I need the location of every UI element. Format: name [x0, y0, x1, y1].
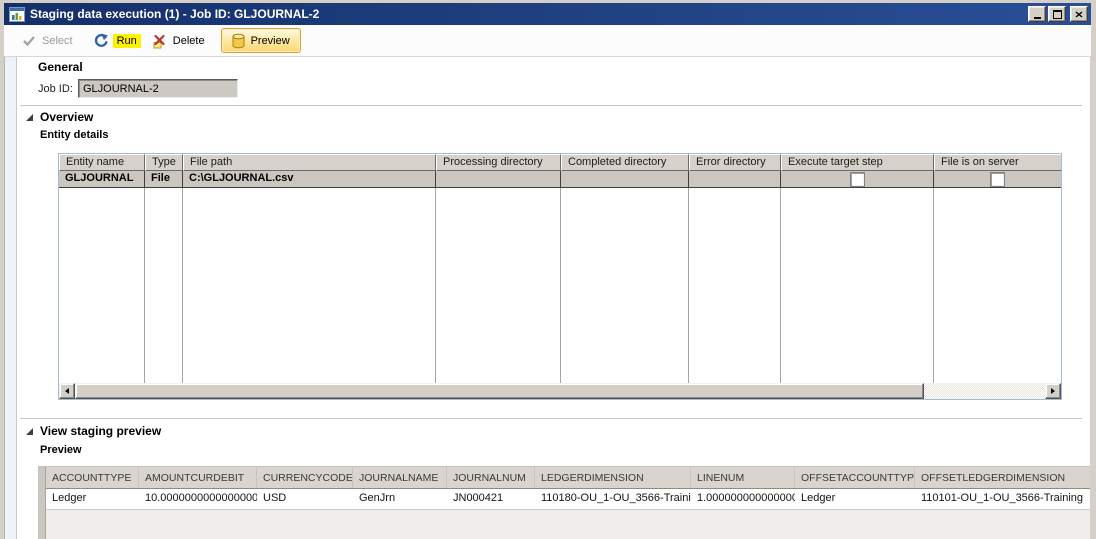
- column-header-journalname[interactable]: JOURNALNAME: [353, 467, 447, 488]
- preview-heading: Preview: [40, 444, 82, 456]
- cell-journalnum: JN000421: [447, 489, 535, 509]
- entity-details-heading: Entity details: [40, 129, 108, 141]
- delete-icon: [151, 33, 167, 49]
- close-button[interactable]: [1070, 6, 1088, 22]
- preview-row[interactable]: Ledger 10.0000000000000000 USD GenJrn JN…: [46, 489, 1090, 510]
- run-arrow-icon: [93, 33, 109, 49]
- view-staging-preview-heading: View staging preview: [40, 424, 161, 438]
- entity-row-gljournal[interactable]: GLJOURNAL File C:\GLJOURNAL.csv: [59, 171, 1061, 188]
- column-header-offsetledgerdimension[interactable]: OFFSETLEDGERDIMENSION: [915, 467, 1090, 488]
- left-arrow-icon: [65, 388, 69, 394]
- preview-label: Preview: [251, 35, 290, 47]
- grid-column-line: [144, 188, 145, 383]
- column-header-entity-name[interactable]: Entity name: [59, 154, 145, 171]
- scrollbar-thumb[interactable]: [75, 383, 924, 399]
- column-header-offsetaccounttype[interactable]: OFFSETACCOUNTTYPE: [795, 467, 915, 488]
- grid-column-line: [182, 188, 183, 383]
- grid-column-line: [560, 188, 561, 383]
- entity-grid-empty-area: [59, 188, 1061, 383]
- select-button[interactable]: Select: [22, 34, 75, 48]
- column-header-file-is-on-server[interactable]: File is on server: [934, 154, 1061, 171]
- column-header-type[interactable]: Type: [145, 154, 183, 171]
- cell-amountcurdebit: 10.0000000000000000: [139, 489, 257, 509]
- staging-preview-section-header[interactable]: View staging preview: [26, 424, 161, 438]
- cell-offsetledgerdimension: 110101-OU_1-OU_3566-Training: [915, 489, 1090, 509]
- maximize-button[interactable]: [1048, 6, 1066, 22]
- titlebar: Staging data execution (1) - Job ID: GLJ…: [4, 3, 1091, 25]
- maximize-icon: [1053, 10, 1062, 19]
- preview-button[interactable]: Preview: [221, 28, 301, 53]
- cell-error-directory: [689, 171, 781, 187]
- cell-completed-directory: [561, 171, 689, 187]
- section-divider: [20, 418, 1082, 419]
- close-icon: [1075, 11, 1083, 18]
- collapse-triangle-icon: [26, 428, 33, 435]
- scroll-left-button[interactable]: [59, 383, 75, 399]
- job-id-input[interactable]: [78, 79, 238, 98]
- cell-linenum: 1.0000000000000000: [691, 489, 795, 509]
- section-divider: [20, 105, 1082, 106]
- preview-grid-header-row: ACCOUNTTYPE AMOUNTCURDEBIT CURRENCYCODE …: [46, 467, 1090, 489]
- column-header-amountcurdebit[interactable]: AMOUNTCURDEBIT: [139, 467, 257, 488]
- toolbar: Select Run Delete Preview: [4, 25, 1091, 57]
- cell-ledgerdimension: 110180-OU_1-OU_3566-Training: [535, 489, 691, 509]
- database-cylinder-icon: [232, 33, 245, 49]
- cell-currencycode: USD: [257, 489, 353, 509]
- column-header-error-directory[interactable]: Error directory: [689, 154, 781, 171]
- grid-column-line: [780, 188, 781, 383]
- cell-entity-name: GLJOURNAL: [59, 171, 145, 187]
- column-header-completed-directory[interactable]: Completed directory: [561, 154, 689, 171]
- cell-execute-target-step: [781, 171, 934, 187]
- staging-data-execution-window: Staging data execution (1) - Job ID: GLJ…: [0, 0, 1096, 539]
- window-title: Staging data execution (1) - Job ID: GLJ…: [30, 7, 1028, 21]
- grid-column-line: [933, 188, 934, 383]
- delete-label: Delete: [171, 34, 207, 48]
- entity-details-grid: Entity name Type File path Processing di…: [58, 153, 1062, 400]
- cell-file-is-on-server: [934, 171, 1061, 187]
- general-heading: General: [38, 60, 83, 74]
- cell-file-path: C:\GLJOURNAL.csv: [183, 171, 436, 187]
- minimize-icon: [1034, 17, 1041, 19]
- column-header-accounttype[interactable]: ACCOUNTTYPE: [46, 467, 139, 488]
- column-header-file-path[interactable]: File path: [183, 154, 436, 171]
- minimize-button[interactable]: [1028, 6, 1046, 22]
- preview-grid-empty-area: [46, 510, 1090, 539]
- preview-grid: ACCOUNTTYPE AMOUNTCURDEBIT CURRENCYCODE …: [38, 466, 1090, 539]
- column-header-currencycode[interactable]: CURRENCYCODE: [257, 467, 353, 488]
- overview-section-header[interactable]: Overview: [26, 110, 93, 124]
- run-label: Run: [113, 34, 141, 48]
- horizontal-scrollbar: [59, 383, 1061, 399]
- cell-journalname: GenJrn: [353, 489, 447, 509]
- delete-button[interactable]: Delete: [151, 33, 207, 49]
- column-header-processing-directory[interactable]: Processing directory: [436, 154, 561, 171]
- job-id-label: Job ID:: [38, 83, 73, 95]
- form-content: General Job ID: Overview Entity details …: [4, 57, 1090, 539]
- column-header-execute-target-step[interactable]: Execute target step: [781, 154, 934, 171]
- column-header-journalnum[interactable]: JOURNALNUM: [447, 467, 535, 488]
- execute-target-step-checkbox[interactable]: [850, 172, 865, 187]
- grid-column-line: [435, 188, 436, 383]
- grid-column-line: [688, 188, 689, 383]
- app-icon: [9, 7, 25, 22]
- row-selector-strip[interactable]: [39, 467, 46, 539]
- right-arrow-icon: [1051, 388, 1055, 394]
- overview-heading: Overview: [40, 110, 93, 124]
- left-splitter[interactable]: [4, 57, 17, 539]
- cell-processing-directory: [436, 171, 561, 187]
- checkmark-icon: [22, 35, 36, 47]
- cell-type: File: [145, 171, 183, 187]
- column-header-ledgerdimension[interactable]: LEDGERDIMENSION: [535, 467, 691, 488]
- collapse-triangle-icon: [26, 114, 33, 121]
- window-controls: [1028, 6, 1088, 22]
- scroll-right-button[interactable]: [1045, 383, 1061, 399]
- cell-accounttype: Ledger: [46, 489, 139, 509]
- column-header-linenum[interactable]: LINENUM: [691, 467, 795, 488]
- preview-grid-main: ACCOUNTTYPE AMOUNTCURDEBIT CURRENCYCODE …: [46, 467, 1090, 539]
- scrollbar-track[interactable]: [924, 383, 1045, 399]
- select-label: Select: [40, 34, 75, 48]
- run-button[interactable]: Run: [93, 33, 141, 49]
- cell-offsetaccounttype: Ledger: [795, 489, 915, 509]
- file-is-on-server-checkbox[interactable]: [990, 172, 1005, 187]
- entity-grid-header-row: Entity name Type File path Processing di…: [59, 154, 1061, 171]
